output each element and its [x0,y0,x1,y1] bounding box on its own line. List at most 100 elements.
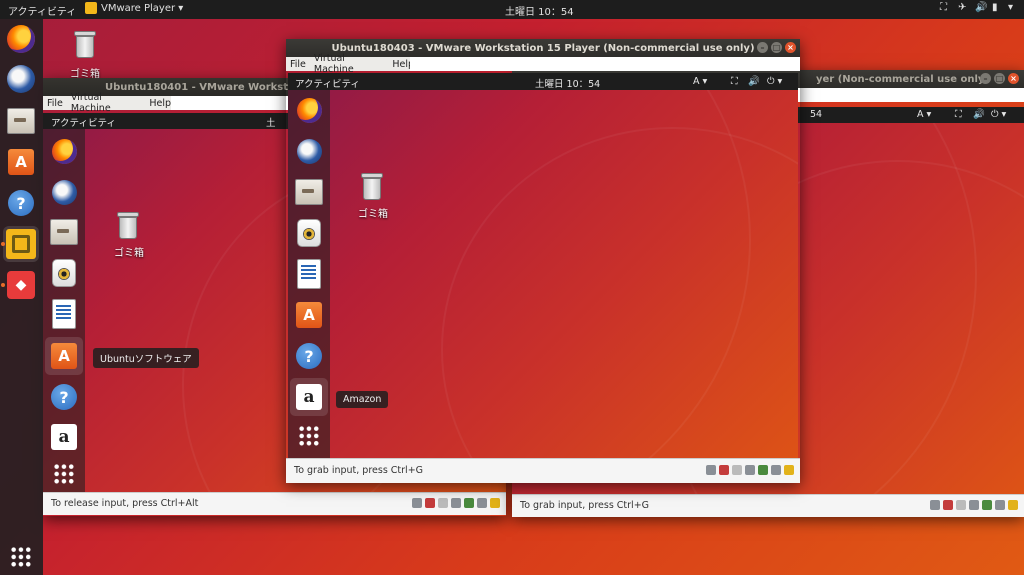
printer-icon[interactable] [771,465,781,475]
volume-icon[interactable]: 🔊 [975,2,987,13]
network-icon[interactable]: ⛶ [731,76,738,87]
guest-dock-ubuntu-software[interactable]: A [293,299,325,331]
dock-anydesk[interactable]: ◆ [5,269,37,301]
files-icon [295,179,323,205]
dock-vmware-player[interactable] [3,226,39,262]
network-icon[interactable]: ⛶ [940,2,947,13]
guest-show-apps[interactable] [51,461,77,487]
printer-icon[interactable] [477,498,487,508]
guest-dock-ubuntu-software[interactable]: A [45,337,83,375]
menu-file[interactable]: File [290,59,306,70]
dock-files[interactable] [5,105,37,137]
cd-icon[interactable] [425,498,435,508]
window-title-text: yer (Non-commercial use only) [816,73,989,85]
guest-trash-icon[interactable] [360,172,384,200]
guest-dock-files[interactable] [293,176,325,208]
guest-dock-thunderbird[interactable] [48,176,80,208]
show-applications-button[interactable] [5,541,37,573]
network-adapter-icon[interactable] [745,465,755,475]
power-icon[interactable]: ⏻ ▾ [991,109,1006,120]
guest-lang-indicator[interactable]: A ▾ [693,76,707,87]
activities-button[interactable]: アクティビティ [8,3,76,18]
menu-file[interactable]: File [47,98,63,109]
guest-activities[interactable]: アクティビティ [51,115,116,129]
maximize-button[interactable]: □ [771,42,782,53]
guest-clock[interactable]: 土曜日 10：54 [535,76,600,90]
app-grid-icon [10,546,32,568]
vm-menubar: File Virtual Machine Help [43,92,171,114]
guest-dock-help[interactable]: ? [48,381,80,413]
guest-dock-rhythmbox[interactable] [293,217,325,249]
power-icon[interactable]: ⏻ ▾ [767,76,782,87]
firefox-icon [7,25,35,53]
maximize-button[interactable]: □ [994,73,1005,84]
dock-ubuntu-software[interactable]: A [5,146,37,178]
guest-activities[interactable]: アクティビティ [295,76,360,90]
guest-dock-amazon[interactable]: a [290,378,328,416]
clock[interactable]: 土曜日 10：54 [505,3,574,18]
network-adapter-icon[interactable] [969,500,979,510]
usb-icon[interactable] [982,500,992,510]
sound-icon[interactable] [1008,500,1018,510]
floppy-icon[interactable] [956,500,966,510]
guest-dock-thunderbird[interactable] [293,135,325,167]
hdd-icon[interactable] [930,500,940,510]
close-button[interactable]: × [785,42,796,53]
volume-icon[interactable]: 🔊 [748,76,760,87]
guest-dock-writer[interactable] [293,258,325,290]
close-button[interactable]: × [1008,73,1019,84]
guest-dock-firefox[interactable] [48,135,80,167]
menu-virtual-machine[interactable]: Virtual Machine [71,92,141,114]
guest-lang-indicator[interactable]: A ▾ [917,109,931,120]
cd-icon[interactable] [943,500,953,510]
system-menu-arrow[interactable]: ▾ [1008,2,1013,13]
guest-dock-amazon[interactable]: a [48,421,80,453]
printer-icon[interactable] [995,500,1005,510]
guest-clock[interactable]: 54 [810,109,822,120]
trash-icon[interactable] [73,30,97,58]
vmware-app-icon [85,2,97,14]
host-top-bar: アクティビティ VMware Player ▾ 土曜日 10：54 ⛶ ✈ 🔊 … [0,0,1024,19]
guest-dock-firefox[interactable] [293,94,325,126]
hdd-icon[interactable] [412,498,422,508]
menu-virtual-machine[interactable]: Virtual Machine [314,53,384,75]
minimize-button[interactable]: – [980,73,991,84]
battery-icon[interactable]: ▮ [992,2,998,13]
volume-icon[interactable]: 🔊 [973,109,985,120]
dock-help[interactable]: ? [5,187,37,219]
floppy-icon[interactable] [732,465,742,475]
guest-dock-files[interactable] [48,216,80,248]
airplane-icon[interactable]: ✈ [958,2,966,13]
thunderbird-icon [7,65,35,93]
hdd-icon[interactable] [706,465,716,475]
usb-icon[interactable] [758,465,768,475]
cd-icon[interactable] [719,465,729,475]
network-icon[interactable]: ⛶ [955,109,962,120]
dock-thunderbird[interactable] [5,63,37,95]
guest-dock-help[interactable]: ? [293,340,325,372]
app-menu[interactable]: VMware Player ▾ [101,3,183,14]
sound-icon[interactable] [490,498,500,508]
sound-icon[interactable] [784,465,794,475]
guest-show-apps[interactable] [296,423,322,449]
dock-tooltip: Amazon [336,391,389,408]
floppy-icon[interactable] [438,498,448,508]
firefox-icon [296,97,322,123]
firefox-icon [51,138,77,164]
dock-tooltip: Ubuntuソフトウェア [93,348,199,368]
status-text: To grab input, press Ctrl+G [294,465,424,476]
thunderbird-icon [51,179,77,205]
guest-trash-icon[interactable] [116,211,140,239]
guest-clock[interactable]: 土 [266,115,276,129]
guest-dock-writer[interactable] [48,298,80,330]
network-adapter-icon[interactable] [451,498,461,508]
window-title-text: Ubuntu180403 - VMware Workstation 15 Pla… [331,42,755,54]
minimize-button[interactable]: – [757,42,768,53]
vm-window-ubuntu180403[interactable]: Ubuntu180403 - VMware Workstation 15 Pla… [286,39,800,483]
usb-icon[interactable] [464,498,474,508]
dock-firefox[interactable] [5,23,37,55]
app-menu-label: VMware Player [101,3,176,14]
guest-dock-rhythmbox[interactable] [48,257,80,289]
host-dock: A ? ◆ [0,19,43,575]
menu-help[interactable]: Help [149,98,171,109]
